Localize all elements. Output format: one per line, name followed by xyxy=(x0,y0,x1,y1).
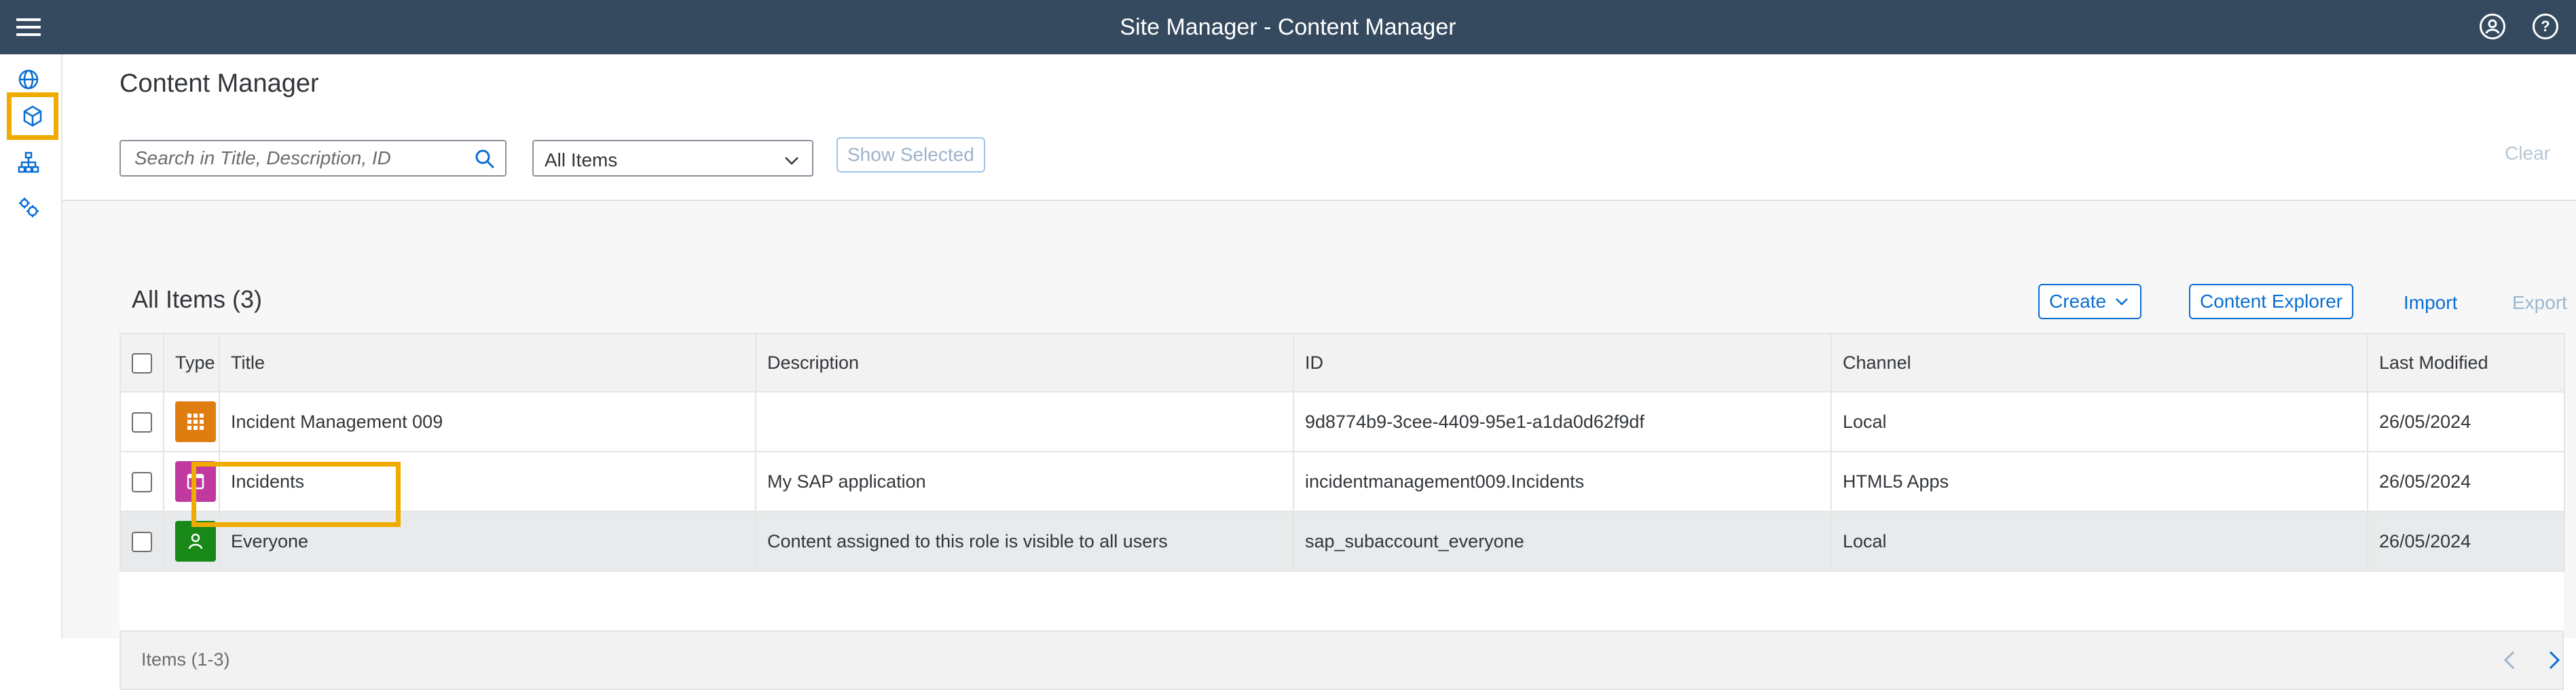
select-all-checkbox[interactable] xyxy=(132,352,152,374)
content-table: Type Title Description ID Channel Last M… xyxy=(119,333,2565,572)
role-icon xyxy=(175,521,216,562)
side-navigation xyxy=(0,54,62,638)
column-header-last-modified[interactable]: Last Modified xyxy=(2367,333,2565,393)
create-button[interactable]: Create xyxy=(2038,284,2142,319)
title-cell: Incident Management 009 xyxy=(219,391,756,452)
create-button-label: Create xyxy=(2049,291,2107,312)
user-icon[interactable] xyxy=(2480,14,2505,39)
select-all-cell xyxy=(119,333,164,393)
chevron-left-icon[interactable] xyxy=(2497,647,2524,674)
row-checkbox[interactable] xyxy=(132,412,152,433)
page-header: Content Manager All Items Show Selected … xyxy=(62,54,2576,201)
items-panel: All Items (3) Create Content Explorer Im… xyxy=(119,227,2567,690)
import-button[interactable]: Import xyxy=(2404,292,2457,314)
row-checkbox[interactable] xyxy=(132,471,152,492)
column-header-id[interactable]: ID xyxy=(1293,333,1832,393)
page-title: Content Manager xyxy=(119,69,319,98)
id-cell: incidentmanagement009.Incidents xyxy=(1293,451,1832,512)
description-cell: My SAP application xyxy=(755,451,1294,512)
highlight-frame xyxy=(191,462,401,527)
table-footer: Items (1-3) xyxy=(119,630,2564,690)
table-row[interactable]: Everyone Content assigned to this role i… xyxy=(119,511,2565,572)
description-cell: Content assigned to this role is visible… xyxy=(755,511,1294,572)
chevron-right-icon[interactable] xyxy=(2539,647,2566,674)
last-modified-cell: 26/05/2024 xyxy=(2367,511,2565,572)
column-header-type[interactable]: Type xyxy=(163,333,220,393)
help-icon[interactable]: ? xyxy=(2533,14,2558,39)
table-row[interactable]: Incident Management 009 9d8774b9-3cee-44… xyxy=(119,391,2565,452)
description-cell xyxy=(755,391,1294,452)
channel-cell: Local xyxy=(1830,391,2368,452)
id-cell: 9d8774b9-3cee-4409-95e1-a1da0d62f9df xyxy=(1293,391,1832,452)
column-header-title[interactable]: Title xyxy=(219,333,756,393)
search-field[interactable] xyxy=(119,140,507,177)
items-count: Items (1-3) xyxy=(141,649,230,670)
chevron-down-icon xyxy=(785,157,798,165)
column-header-description[interactable]: Description xyxy=(755,333,1294,393)
row-checkbox[interactable] xyxy=(132,531,152,552)
settings-icon[interactable] xyxy=(7,187,50,227)
type-cell xyxy=(163,391,220,452)
cube-icon[interactable] xyxy=(7,92,58,140)
column-header-channel[interactable]: Channel xyxy=(1830,333,2368,393)
search-icon[interactable] xyxy=(474,148,496,170)
main-content: Content Manager All Items Show Selected … xyxy=(62,54,2576,690)
row-select-cell xyxy=(119,391,164,452)
table-toolbar: All Items (3) Create Content Explorer Im… xyxy=(119,227,2567,333)
id-cell: sap_subaccount_everyone xyxy=(1293,511,1832,572)
show-selected-button[interactable]: Show Selected xyxy=(836,137,985,172)
row-select-cell xyxy=(119,451,164,512)
app-title: Site Manager - Content Manager xyxy=(1120,14,1456,40)
channel-cell: HTML5 Apps xyxy=(1830,451,2368,512)
items-title: All Items (3) xyxy=(132,285,263,313)
chevron-down-icon xyxy=(2116,298,2128,306)
filter-select[interactable]: All Items xyxy=(532,140,813,177)
content-explorer-button[interactable]: Content Explorer xyxy=(2189,284,2354,319)
search-input[interactable] xyxy=(133,141,466,175)
last-modified-cell: 26/05/2024 xyxy=(2367,391,2565,452)
hierarchy-icon[interactable] xyxy=(7,143,50,182)
table-header-row: Type Title Description ID Channel Last M… xyxy=(119,333,2565,393)
clear-link[interactable]: Clear xyxy=(2505,143,2550,164)
filter-select-value: All Items xyxy=(545,149,618,170)
export-button[interactable]: Export xyxy=(2512,292,2567,314)
grid-icon xyxy=(175,401,216,442)
shell-bar: Site Manager - Content Manager ? xyxy=(0,0,2576,54)
last-modified-cell: 26/05/2024 xyxy=(2367,451,2565,512)
channel-cell: Local xyxy=(1830,511,2368,572)
row-select-cell xyxy=(119,511,164,572)
table-row[interactable]: Incidents My SAP application incidentman… xyxy=(119,451,2565,512)
